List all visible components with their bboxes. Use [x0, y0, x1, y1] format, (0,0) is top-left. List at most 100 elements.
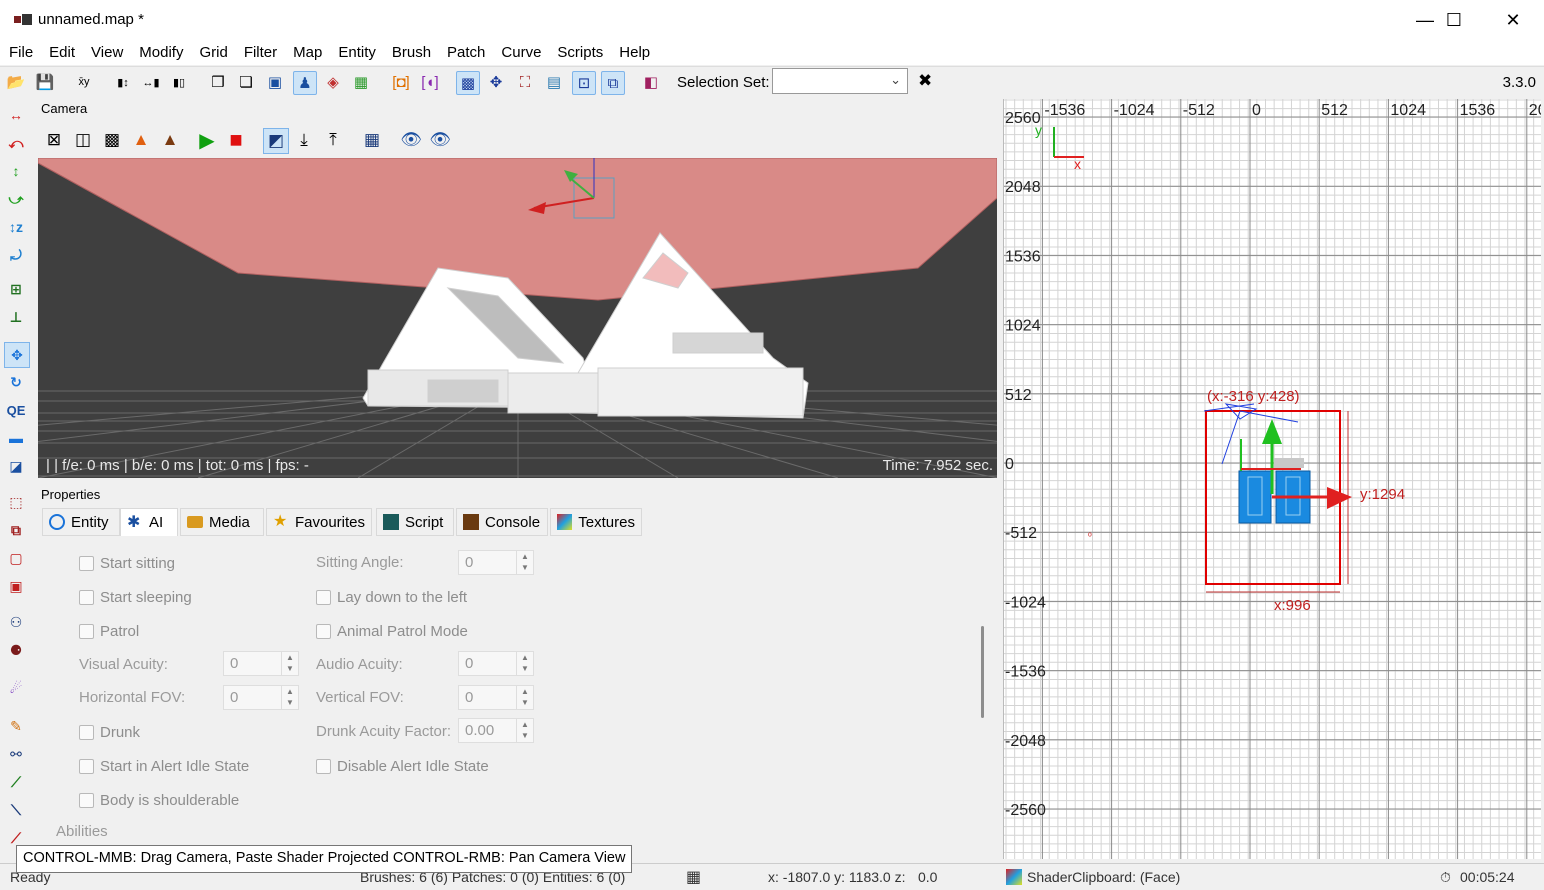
properties-scrollbar[interactable]: [974, 536, 996, 858]
menu-patch[interactable]: Patch: [438, 44, 492, 61]
speed-up-icon[interactable]: 👁: [428, 128, 452, 152]
entity-tree-icon[interactable]: ⚇: [4, 610, 28, 634]
lighting-full-icon[interactable]: ▲: [158, 128, 182, 152]
maximize-button[interactable]: ☐: [1425, 0, 1483, 40]
lighting-icon[interactable]: ▲: [129, 128, 153, 152]
textured-icon[interactable]: ▩: [100, 128, 124, 152]
regions-icon[interactable]: ◧: [640, 71, 662, 93]
tab-favourites[interactable]: ★ Favourites: [266, 508, 372, 536]
flip-xy-icon[interactable]: x̄y: [73, 71, 95, 93]
clip-in-icon[interactable]: ⤓: [292, 128, 316, 152]
clipper-icon[interactable]: ▬: [4, 426, 28, 450]
tab-console[interactable]: Console: [456, 508, 548, 536]
flip-y-icon[interactable]: ↔▮: [140, 71, 162, 93]
play-icon[interactable]: ▶: [195, 128, 219, 152]
rotate-y-icon[interactable]: ↕: [4, 159, 28, 183]
qe-tool-icon[interactable]: QE: [4, 398, 28, 422]
texture-tool-icon[interactable]: ◪: [4, 454, 28, 478]
flip-x-tool-icon[interactable]: ⤺: [4, 131, 28, 155]
open-icon[interactable]: 📂: [5, 71, 27, 93]
grid-2d-view[interactable]: -1536-1024-51205121024153620 25602048153…: [1003, 99, 1541, 859]
select-partial-icon[interactable]: ⧉: [601, 71, 625, 95]
group-icon[interactable]: ⚈: [4, 638, 28, 662]
rotate-z-icon[interactable]: ↕z: [4, 215, 28, 239]
menu-brush[interactable]: Brush: [383, 44, 438, 61]
particle-icon[interactable]: ☄: [4, 676, 28, 700]
cube-outline-icon[interactable]: ❏: [235, 71, 257, 93]
select-inside-icon[interactable]: ▤: [543, 71, 565, 93]
menu-curve[interactable]: Curve: [492, 44, 548, 61]
patrol-checkbox[interactable]: Patrol: [79, 623, 139, 640]
selection-set-dropdown[interactable]: ⌄: [772, 68, 908, 94]
menu-grid[interactable]: Grid: [190, 44, 234, 61]
save-icon[interactable]: 💾: [34, 71, 56, 93]
wireframe-icon[interactable]: ⊠: [42, 128, 66, 152]
tab-media[interactable]: Media: [180, 508, 264, 536]
drunk-acuity-spinbox[interactable]: 0.00 ▲ ▼: [458, 718, 534, 743]
flat-shade-icon[interactable]: ◫: [71, 128, 95, 152]
shader-icon[interactable]: ▦: [350, 71, 372, 93]
cube-wire-icon[interactable]: ❒: [207, 71, 229, 93]
start-sleeping-checkbox[interactable]: Start sleeping: [79, 589, 192, 606]
clear-selection-set-icon[interactable]: ✖: [918, 71, 932, 91]
csg-merge-icon[interactable]: ⊥: [4, 305, 28, 329]
animal-patrol-checkbox[interactable]: Animal Patrol Mode: [316, 623, 468, 640]
far-clip-icon[interactable]: ◩: [263, 128, 289, 154]
camera-viewport[interactable]: | | f/e: 0 ms | b/e: 0 ms | tot: 0 ms | …: [38, 158, 997, 478]
bracket-purple-icon[interactable]: [◖]: [419, 71, 441, 93]
flip-y-tool-icon[interactable]: ⤻: [4, 187, 28, 211]
shoulderable-checkbox[interactable]: Body is shoulderable: [79, 792, 239, 809]
start-sitting-checkbox[interactable]: Start sitting: [79, 555, 175, 572]
stop-icon[interactable]: ■: [224, 127, 248, 152]
drunk-checkbox[interactable]: Drunk: [79, 724, 140, 741]
menu-edit[interactable]: Edit: [40, 44, 82, 61]
grid-snap-icon[interactable]: ▦: [686, 867, 701, 887]
make-room-icon[interactable]: ▣: [4, 574, 28, 598]
lay-down-left-checkbox[interactable]: Lay down to the left: [316, 589, 467, 606]
menu-entity[interactable]: Entity: [329, 44, 383, 61]
close-button[interactable]: ✕: [1484, 0, 1542, 40]
clip-out-icon[interactable]: ⤒: [321, 128, 345, 152]
rotate-x-icon[interactable]: ↔: [4, 103, 28, 127]
tab-entity[interactable]: Entity: [42, 508, 120, 536]
disable-alert-idle-checkbox[interactable]: Disable Alert Idle State: [316, 758, 489, 775]
rotate-tool-icon[interactable]: ↻: [4, 370, 28, 394]
menu-modify[interactable]: Modify: [130, 44, 190, 61]
entity-mode-icon[interactable]: ♟: [293, 71, 317, 95]
path-icon[interactable]: ⟋: [4, 770, 28, 794]
translate-tool-icon[interactable]: ✥: [4, 342, 30, 368]
horizontal-fov-spinbox[interactable]: 0 ▲ ▼: [223, 685, 299, 710]
csg-subtract-icon[interactable]: ⊞: [4, 277, 28, 301]
menu-filter[interactable]: Filter: [235, 44, 284, 61]
sitting-angle-spinbox[interactable]: 0 ▲ ▼: [458, 550, 534, 575]
visual-acuity-spinbox[interactable]: 0 ▲ ▼: [223, 651, 299, 676]
menu-map[interactable]: Map: [284, 44, 329, 61]
tab-script[interactable]: Script: [376, 508, 454, 536]
light-icon[interactable]: ✎: [4, 714, 28, 738]
menu-scripts[interactable]: Scripts: [548, 44, 610, 61]
bracket-orange-icon[interactable]: [◘]: [390, 71, 412, 93]
flip-z-icon[interactable]: ▮▯: [168, 71, 190, 93]
lock-grid-icon[interactable]: ▩: [456, 71, 480, 95]
select-complete-icon[interactable]: ⊡: [572, 71, 596, 95]
vertical-fov-spinbox[interactable]: 0 ▲ ▼: [458, 685, 534, 710]
flip-x-icon[interactable]: ▮↕: [112, 71, 134, 93]
flip-z-tool-icon[interactable]: ⤾: [4, 243, 28, 267]
nodes-icon[interactable]: ⚯: [4, 742, 28, 766]
audio-acuity-spinbox[interactable]: 0 ▲ ▼: [458, 651, 534, 676]
tab-ai[interactable]: ✱ AI: [120, 508, 178, 536]
grid-icon[interactable]: ▦: [360, 128, 384, 152]
menu-view[interactable]: View: [82, 44, 130, 61]
select-touching-icon[interactable]: ⛶: [514, 71, 536, 93]
speed-down-icon[interactable]: 👁: [399, 128, 423, 152]
menu-file[interactable]: File: [0, 44, 40, 61]
menu-help[interactable]: Help: [610, 44, 657, 61]
alert-idle-checkbox[interactable]: Start in Alert Idle State: [79, 758, 249, 775]
cube-textured-icon[interactable]: ▣: [264, 71, 286, 93]
select-face-icon[interactable]: ⧉: [4, 518, 28, 542]
patch-icon[interactable]: ◈: [322, 71, 344, 93]
scrollbar-thumb[interactable]: [981, 626, 984, 718]
move-view-icon[interactable]: ✥: [485, 71, 507, 93]
hollow-icon[interactable]: ▢: [4, 546, 28, 570]
path-nodes-icon[interactable]: ⟍: [4, 798, 28, 822]
